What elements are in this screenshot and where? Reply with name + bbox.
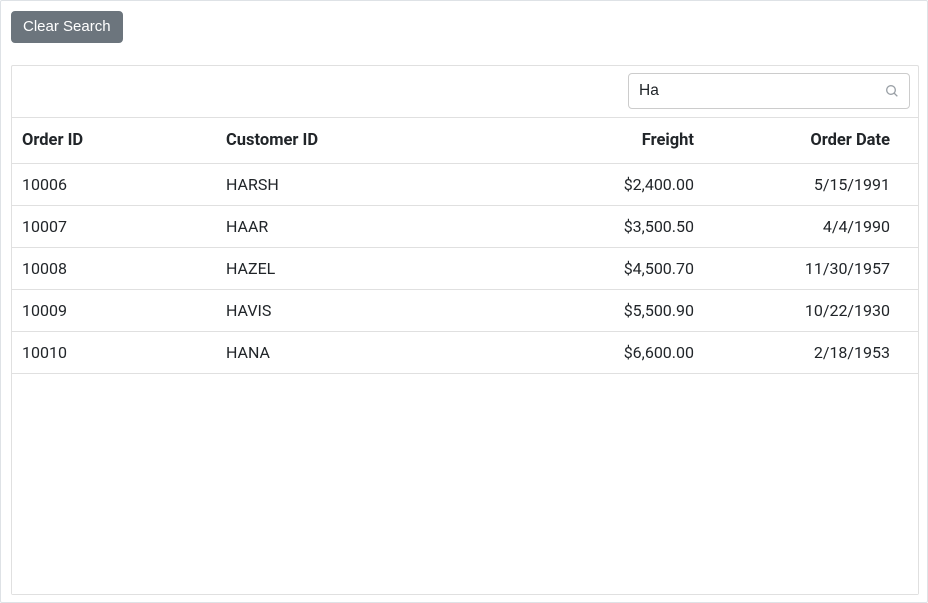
cell-freight: $2,400.00 <box>492 175 702 194</box>
cell-customer-id: HAZEL <box>222 259 492 278</box>
search-box[interactable] <box>628 73 910 109</box>
cell-freight: $6,600.00 <box>492 343 702 362</box>
column-header-order-date[interactable]: Order Date <box>702 131 900 150</box>
grid-body[interactable]: 10006 HARSH $2,400.00 5/15/1991 10007 HA… <box>12 164 918 594</box>
table-row[interactable]: 10010 HANA $6,600.00 2/18/1953 <box>12 332 918 374</box>
cell-order-date: 2/18/1953 <box>702 343 900 362</box>
cell-order-date: 11/30/1957 <box>702 259 900 278</box>
clear-search-button[interactable]: Clear Search <box>11 11 123 43</box>
cell-freight: $4,500.70 <box>492 259 702 278</box>
table-row[interactable]: 10009 HAVIS $5,500.90 10/22/1930 <box>12 290 918 332</box>
cell-customer-id: HANA <box>222 343 492 362</box>
cell-customer-id: HARSH <box>222 175 492 194</box>
cell-order-date: 5/15/1991 <box>702 175 900 194</box>
table-row[interactable]: 10008 HAZEL $4,500.70 11/30/1957 <box>12 248 918 290</box>
cell-order-id: 10007 <box>12 217 222 236</box>
cell-order-id: 10010 <box>12 343 222 362</box>
search-input[interactable] <box>639 74 875 108</box>
cell-order-id: 10006 <box>12 175 222 194</box>
data-grid: Order ID Customer ID Freight Order Date … <box>11 65 919 595</box>
column-header-freight[interactable]: Freight <box>492 131 702 150</box>
column-header-order-id[interactable]: Order ID <box>12 131 222 150</box>
grid-toolbar <box>12 66 918 118</box>
cell-freight: $3,500.50 <box>492 217 702 236</box>
cell-customer-id: HAVIS <box>222 301 492 320</box>
cell-order-date: 4/4/1990 <box>702 217 900 236</box>
app-frame: Clear Search Order ID Customer ID Freigh… <box>0 0 928 603</box>
table-row[interactable]: 10007 HAAR $3,500.50 4/4/1990 <box>12 206 918 248</box>
search-icon[interactable] <box>883 82 901 100</box>
cell-freight: $5,500.90 <box>492 301 702 320</box>
table-row[interactable]: 10006 HARSH $2,400.00 5/15/1991 <box>12 164 918 206</box>
cell-customer-id: HAAR <box>222 217 492 236</box>
cell-order-date: 10/22/1930 <box>702 301 900 320</box>
cell-order-id: 10009 <box>12 301 222 320</box>
cell-order-id: 10008 <box>12 259 222 278</box>
column-header-customer-id[interactable]: Customer ID <box>222 131 492 150</box>
column-header-row: Order ID Customer ID Freight Order Date <box>12 118 918 164</box>
